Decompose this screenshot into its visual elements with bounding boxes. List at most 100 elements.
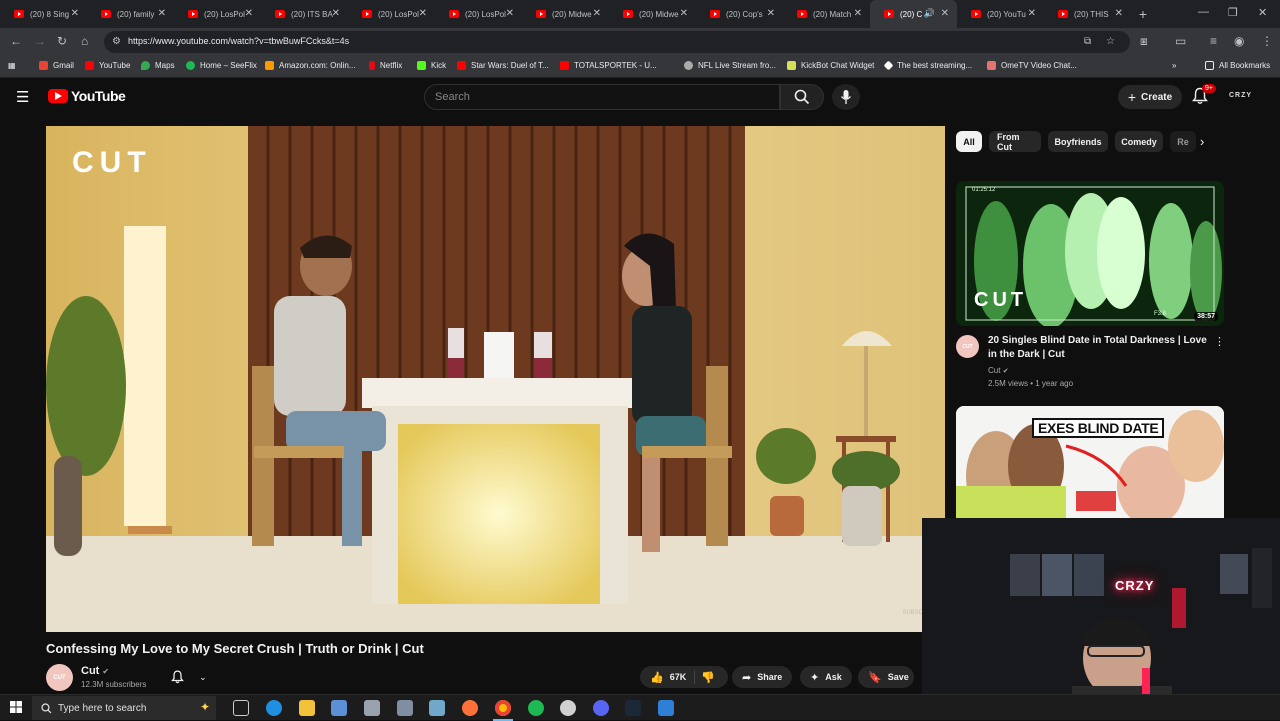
close-tab-icon[interactable]: ✕: [506, 8, 514, 19]
thumbs-up-icon[interactable]: 👍: [650, 671, 664, 684]
close-tab-icon[interactable]: ✕: [158, 8, 166, 19]
bookmark-item[interactable]: Home – SeeFlix: [186, 61, 257, 70]
browser-tab[interactable]: (20) Match ✕: [783, 0, 870, 28]
chip-boyfriends[interactable]: Boyfriends: [1048, 131, 1108, 152]
close-tab-icon[interactable]: ✕: [71, 8, 79, 19]
chip-comedy[interactable]: Comedy: [1115, 131, 1163, 152]
chip-from-cut[interactable]: From Cut: [989, 131, 1041, 152]
bookmark-item[interactable]: OmeTV Video Chat...: [987, 61, 1077, 70]
more-bookmarks-icon[interactable]: »: [1172, 61, 1176, 70]
close-tab-icon[interactable]: ✕: [854, 8, 862, 19]
browser-tab[interactable]: (20) Midwe ✕: [522, 0, 609, 28]
site-info-icon[interactable]: ⚙: [112, 36, 121, 47]
close-tab-icon[interactable]: ✕: [680, 8, 688, 19]
close-tab-icon[interactable]: ✕: [245, 8, 253, 19]
bookmark-item[interactable]: Star Wars: Duel of T...: [457, 61, 549, 70]
home-icon[interactable]: ⌂: [81, 34, 88, 48]
save-button[interactable]: 🔖 Save: [858, 666, 914, 688]
new-tab-button[interactable]: +: [1131, 6, 1155, 22]
install-icon[interactable]: ⧉: [1084, 36, 1091, 47]
chevron-right-icon[interactable]: ›: [1200, 134, 1204, 149]
taskbar-search-box[interactable]: Type here to search ✦: [32, 696, 216, 720]
subscription-notifications-button[interactable]: ⌄: [164, 666, 214, 688]
close-tab-icon[interactable]: ✕: [1028, 8, 1036, 19]
browser-tab[interactable]: (20) 8 Sing ✕: [0, 0, 87, 28]
bookmark-item[interactable]: TOTALSPORTEK - U...: [560, 61, 657, 70]
share-button[interactable]: ➦ Share: [732, 666, 792, 688]
search-button[interactable]: [780, 84, 824, 110]
obs-icon[interactable]: [560, 700, 576, 716]
close-tab-icon[interactable]: ✕: [332, 8, 340, 19]
spotify-icon[interactable]: [528, 700, 544, 716]
browser-tab[interactable]: (20) YouTu ✕: [957, 0, 1044, 28]
bookmark-item[interactable]: YouTube: [85, 61, 130, 70]
back-icon[interactable]: ←: [10, 34, 22, 48]
browser-tab[interactable]: (20) Cop's ✕: [696, 0, 783, 28]
browser-tab[interactable]: (20) ITS BA ✕: [261, 0, 348, 28]
file-explorer-icon[interactable]: [299, 700, 315, 716]
like-count[interactable]: 67K: [670, 672, 687, 682]
profile-icon[interactable]: ◉: [1234, 34, 1244, 48]
task-view-icon[interactable]: [233, 700, 249, 716]
close-window-icon[interactable]: ✕: [1258, 6, 1267, 19]
recommendation-thumbnail[interactable]: EXES BLIND DATE: [956, 406, 1224, 519]
bookmark-item[interactable]: Maps: [141, 61, 175, 70]
menu-kebab-icon[interactable]: ⋮: [1261, 34, 1273, 48]
close-tab-icon[interactable]: ✕: [593, 8, 601, 19]
app-icon[interactable]: [429, 700, 445, 716]
channel-name[interactable]: Cut ✔: [81, 665, 109, 677]
bookmark-item[interactable]: Amazon.com: Onlin...: [265, 61, 355, 70]
browser-tab[interactable]: (20) LosPol ✕: [435, 0, 522, 28]
app-icon[interactable]: [658, 700, 674, 716]
chip-all[interactable]: All: [956, 131, 982, 152]
url-text[interactable]: https://www.youtube.com/watch?v=tbwBuwFC…: [128, 36, 349, 46]
extensions-icon[interactable]: ⧆: [1140, 34, 1148, 49]
bookmark-item[interactable]: Kick: [417, 61, 446, 70]
chrome-icon[interactable]: [493, 700, 513, 721]
edge-browser-icon[interactable]: [266, 700, 282, 716]
voice-search-button[interactable]: [832, 84, 860, 110]
create-button[interactable]: + Create: [1118, 85, 1182, 109]
calculator-icon[interactable]: [364, 700, 380, 716]
bookmark-item[interactable]: Netflix: [369, 61, 402, 70]
store-icon[interactable]: [331, 700, 347, 716]
firefox-icon[interactable]: [462, 700, 478, 716]
browser-tab[interactable]: (20) family ✕: [87, 0, 174, 28]
channel-avatar[interactable]: CUT: [46, 664, 73, 691]
bookmark-item[interactable]: NFL Live Stream fro...: [684, 61, 776, 70]
media-icon[interactable]: ≡: [1210, 34, 1217, 48]
more-options-icon[interactable]: ⋮: [1214, 335, 1225, 348]
recommendation-title[interactable]: 20 Singles Blind Date in Total Darkness …: [988, 334, 1210, 362]
search-input[interactable]: Search: [424, 84, 780, 110]
browser-tab[interactable]: (20) Midwe ✕: [609, 0, 696, 28]
minimize-icon[interactable]: —: [1198, 6, 1209, 18]
browser-tab[interactable]: (20) THIS ✕: [1044, 0, 1131, 28]
browser-tab[interactable]: (20) LosPol ✕: [174, 0, 261, 28]
all-bookmarks-folder[interactable]: All Bookmarks: [1205, 61, 1270, 70]
forward-icon[interactable]: →: [34, 34, 46, 48]
ask-button[interactable]: ✦ Ask: [800, 666, 852, 688]
address-bar[interactable]: ⚙ https://www.youtube.com/watch?v=tbwBuw…: [104, 31, 1130, 53]
recommendation-thumbnail[interactable]: 01:25:12 CUT F3.8 38:57: [956, 181, 1224, 326]
bookmark-item[interactable]: KickBot Chat Widget: [787, 61, 874, 70]
youtube-logo[interactable]: YouTube: [48, 88, 126, 104]
recommendation-channel[interactable]: Cut ✔: [988, 366, 1009, 375]
windows-start-icon[interactable]: [10, 701, 22, 713]
close-tab-icon[interactable]: ✕: [1115, 8, 1123, 19]
close-tab-icon[interactable]: ✕: [419, 8, 427, 19]
bookmark-item[interactable]: Gmail: [39, 61, 74, 70]
browser-tab-active[interactable]: (20) Co🔊 ✕: [870, 0, 957, 28]
close-tab-icon[interactable]: ✕: [767, 8, 775, 19]
channel-avatar[interactable]: CUT: [956, 335, 979, 358]
reload-icon[interactable]: ↻: [57, 34, 67, 48]
app-icon[interactable]: [397, 700, 413, 716]
hamburger-menu-icon[interactable]: ☰: [16, 88, 29, 106]
browser-tab[interactable]: (20) LosPol ✕: [348, 0, 435, 28]
restore-icon[interactable]: ❐: [1228, 6, 1238, 19]
chip-partial[interactable]: Re: [1170, 131, 1196, 152]
apps-grid-icon[interactable]: ▦: [8, 61, 16, 70]
thumbs-down-icon[interactable]: 👎: [701, 671, 715, 684]
account-avatar[interactable]: CRZY: [1229, 92, 1252, 99]
close-tab-icon[interactable]: ✕: [941, 8, 949, 19]
speaker-icon[interactable]: 🔊: [924, 8, 935, 19]
